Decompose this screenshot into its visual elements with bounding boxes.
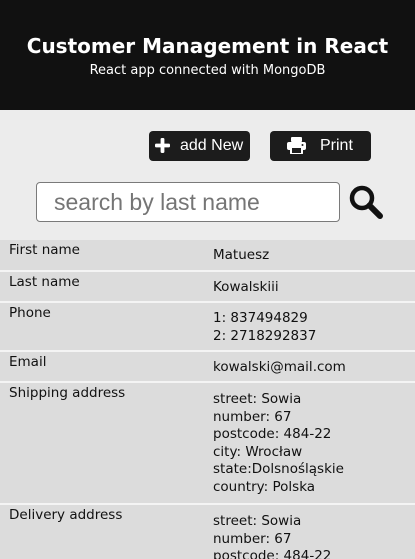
- print-button[interactable]: Print: [270, 131, 371, 161]
- detail-row-delivery-address: Delivery address street: Sowia number: 6…: [0, 505, 415, 559]
- page-title: Customer Management in React: [26, 34, 389, 58]
- detail-row-last-name: Last name Kowalskiii: [0, 272, 415, 303]
- search-input[interactable]: [36, 182, 340, 222]
- page-subtitle: React app connected with MongoDB: [89, 63, 326, 78]
- toolbar: add New Print: [0, 110, 415, 240]
- detail-value: street: Sowia number: 67 postcode: 484-2…: [213, 513, 332, 559]
- detail-label: Last name: [9, 274, 80, 290]
- app-header: Customer Management in React React app c…: [0, 0, 415, 110]
- detail-value: street: Sowia number: 67 postcode: 484-2…: [213, 391, 344, 495]
- detail-label: Shipping address: [9, 385, 126, 401]
- detail-row-email: Email kowalski@mail.com: [0, 352, 415, 383]
- detail-value: 1: 837494829 2: 2718292837: [213, 310, 317, 344]
- magnifier-icon[interactable]: [349, 185, 383, 219]
- detail-row-first-name: First name Matuesz: [0, 240, 415, 272]
- detail-value: Kowalskiii: [213, 279, 279, 295]
- add-new-button[interactable]: add New: [149, 131, 250, 161]
- detail-label: First name: [9, 242, 80, 258]
- detail-value: kowalski@mail.com: [213, 359, 346, 375]
- detail-label: Delivery address: [9, 507, 123, 523]
- detail-value: Matuesz: [213, 247, 270, 263]
- detail-label: Email: [9, 354, 47, 370]
- printer-icon: [287, 137, 306, 154]
- detail-label: Phone: [9, 305, 51, 321]
- print-label: Print: [320, 137, 353, 154]
- customer-details: First name Matuesz Last name Kowalskiii …: [0, 240, 415, 559]
- detail-row-phone: Phone 1: 837494829 2: 2718292837: [0, 303, 415, 352]
- detail-row-shipping-address: Shipping address street: Sowia number: 6…: [0, 383, 415, 505]
- plus-icon: [155, 138, 170, 153]
- add-new-label: add New: [180, 137, 244, 154]
